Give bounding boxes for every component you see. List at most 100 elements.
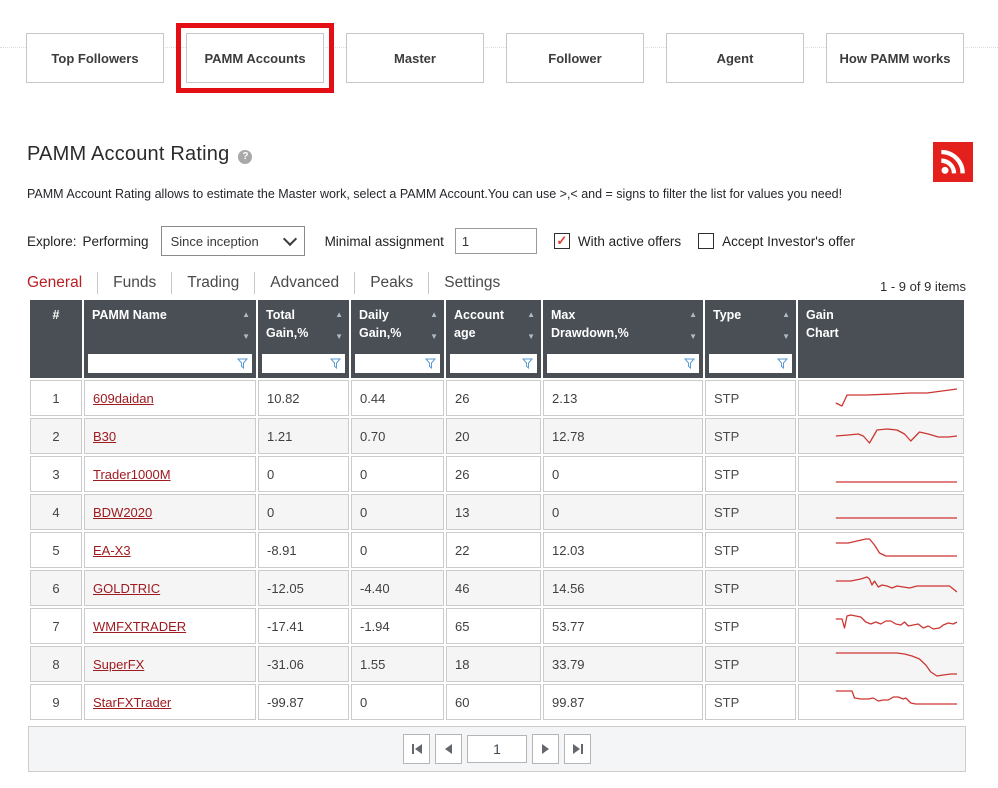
pamm-name-cell: StarFXTrader: [84, 684, 256, 720]
accept-investor-s-offer-checkbox[interactable]: [698, 233, 714, 249]
filter-input-max_drawdown[interactable]: [547, 354, 699, 373]
gain-sparkline: [832, 649, 957, 679]
pamm-name-cell: BDW2020: [84, 494, 256, 530]
nav-button-pamm-accounts[interactable]: PAMM Accounts: [186, 33, 324, 83]
filter-input-name[interactable]: [88, 354, 252, 373]
table-row: 7WMFXTRADER-17.41-1.946553.77STP: [30, 608, 964, 644]
column-header-name[interactable]: PAMM Name▲ ▼: [84, 300, 256, 378]
tab-general[interactable]: General: [27, 272, 98, 294]
row-number: 6: [30, 570, 82, 606]
sort-asc-icon[interactable]: ▲: [689, 310, 697, 319]
pamm-name-link[interactable]: WMFXTRADER: [93, 619, 186, 634]
column-header-account_age[interactable]: Account age▲▼: [446, 300, 541, 378]
row-number: 1: [30, 380, 82, 416]
filter-funnel-icon[interactable]: [330, 358, 341, 369]
tab-trading[interactable]: Trading: [172, 272, 255, 294]
pager-prev-button[interactable]: [435, 734, 462, 764]
column-header-type[interactable]: Type▲▼: [705, 300, 796, 378]
nav-button-wrap: Follower: [496, 23, 654, 93]
pager-next-button[interactable]: [532, 734, 559, 764]
tab-strip: GeneralFundsTradingAdvancedPeaksSettings: [27, 272, 515, 294]
gain-chart-cell: [798, 380, 964, 416]
pamm-name-link[interactable]: StarFXTrader: [93, 695, 171, 710]
column-header-total_gain[interactable]: Total Gain,%▲▼: [258, 300, 349, 378]
pamm-name-link[interactable]: GOLDTRIC: [93, 581, 160, 596]
rss-icon[interactable]: [933, 142, 973, 182]
account-age-value: 22: [446, 532, 541, 568]
sort-desc-icon[interactable]: ▼: [689, 332, 697, 341]
pamm-name-link[interactable]: EA-X3: [93, 543, 131, 558]
nav-button-how-pamm-works[interactable]: How PAMM works: [826, 33, 964, 83]
row-number: 2: [30, 418, 82, 454]
filter-funnel-icon[interactable]: [777, 358, 788, 369]
sort-asc-icon[interactable]: ▲: [782, 310, 790, 319]
column-label-max_drawdown: Max Drawdown,%: [543, 300, 703, 342]
gain-chart-cell: [798, 456, 964, 492]
daily-gain-value: 0.44: [351, 380, 444, 416]
max-drawdown-value: 99.87: [543, 684, 703, 720]
help-icon[interactable]: ?: [238, 150, 252, 164]
column-filter-max_drawdown: [547, 354, 699, 373]
column-label-name: PAMM Name: [84, 300, 256, 325]
filter-funnel-icon[interactable]: [684, 358, 695, 369]
pager-last-button[interactable]: [564, 734, 591, 764]
period-select[interactable]: Since inception: [161, 226, 305, 256]
sort-desc-icon[interactable]: ▼: [782, 332, 790, 341]
pamm-name-link[interactable]: BDW2020: [93, 505, 152, 520]
tab-advanced[interactable]: Advanced: [255, 272, 355, 294]
total-gain-value: -17.41: [258, 608, 349, 644]
column-header-num: #: [30, 300, 82, 378]
tab-settings[interactable]: Settings: [429, 272, 515, 294]
column-header-chart: Gain Chart: [798, 300, 964, 378]
pamm-name-link[interactable]: Trader1000M: [93, 467, 171, 482]
total-gain-value: -8.91: [258, 532, 349, 568]
row-number: 8: [30, 646, 82, 682]
with-active-offers-checkbox[interactable]: ✓: [554, 233, 570, 249]
minimal-assignment-input[interactable]: [455, 228, 537, 254]
sort-desc-icon[interactable]: ▼: [242, 332, 250, 341]
sort-desc-icon[interactable]: ▼: [430, 332, 438, 341]
daily-gain-value: 1.55: [351, 646, 444, 682]
sort-asc-icon[interactable]: ▲: [335, 310, 343, 319]
pager-page-input[interactable]: [467, 735, 527, 763]
column-header-max_drawdown[interactable]: Max Drawdown,%▲ ▼: [543, 300, 703, 378]
total-gain-value: -99.87: [258, 684, 349, 720]
gain-chart-cell: [798, 418, 964, 454]
account-age-value: 46: [446, 570, 541, 606]
filter-funnel-icon[interactable]: [237, 358, 248, 369]
nav-button-master[interactable]: Master: [346, 33, 484, 83]
nav-button-agent[interactable]: Agent: [666, 33, 804, 83]
pamm-name-link[interactable]: 609daidan: [93, 391, 154, 406]
pamm-name-link[interactable]: B30: [93, 429, 116, 444]
sort-asc-icon[interactable]: ▲: [242, 310, 250, 319]
accept-investor-s-offer-label: Accept Investor's offer: [722, 234, 855, 249]
column-filter-name: [88, 354, 252, 373]
sort-desc-icon[interactable]: ▼: [335, 332, 343, 341]
account-type-value: STP: [705, 570, 796, 606]
max-drawdown-value: 0: [543, 494, 703, 530]
column-header-daily_gain[interactable]: Daily Gain,%▲▼: [351, 300, 444, 378]
page-title: PAMM Account Rating: [27, 143, 229, 166]
filter-funnel-icon[interactable]: [522, 358, 533, 369]
total-gain-value: 1.21: [258, 418, 349, 454]
table-row: 6GOLDTRIC-12.05-4.404614.56STP: [30, 570, 964, 606]
sort-asc-icon[interactable]: ▲: [527, 310, 535, 319]
title-row: PAMM Account Rating ?: [27, 143, 998, 166]
nav-button-top-followers[interactable]: Top Followers: [26, 33, 164, 83]
column-filter-type: [709, 354, 792, 373]
filter-funnel-icon[interactable]: [425, 358, 436, 369]
max-drawdown-value: 12.78: [543, 418, 703, 454]
pager-first-button[interactable]: [403, 734, 430, 764]
nav-button-follower[interactable]: Follower: [506, 33, 644, 83]
account-type-value: STP: [705, 608, 796, 644]
tab-peaks[interactable]: Peaks: [355, 272, 429, 294]
daily-gain-value: -4.40: [351, 570, 444, 606]
pamm-name-link[interactable]: SuperFX: [93, 657, 144, 672]
tab-funds[interactable]: Funds: [98, 272, 172, 294]
next-page-icon: [542, 744, 549, 754]
nav-button-wrap: How PAMM works: [816, 23, 974, 93]
filter-bar: Explore: Performing Since inception Mini…: [27, 226, 998, 256]
sort-desc-icon[interactable]: ▼: [527, 332, 535, 341]
max-drawdown-value: 12.03: [543, 532, 703, 568]
sort-asc-icon[interactable]: ▲: [430, 310, 438, 319]
